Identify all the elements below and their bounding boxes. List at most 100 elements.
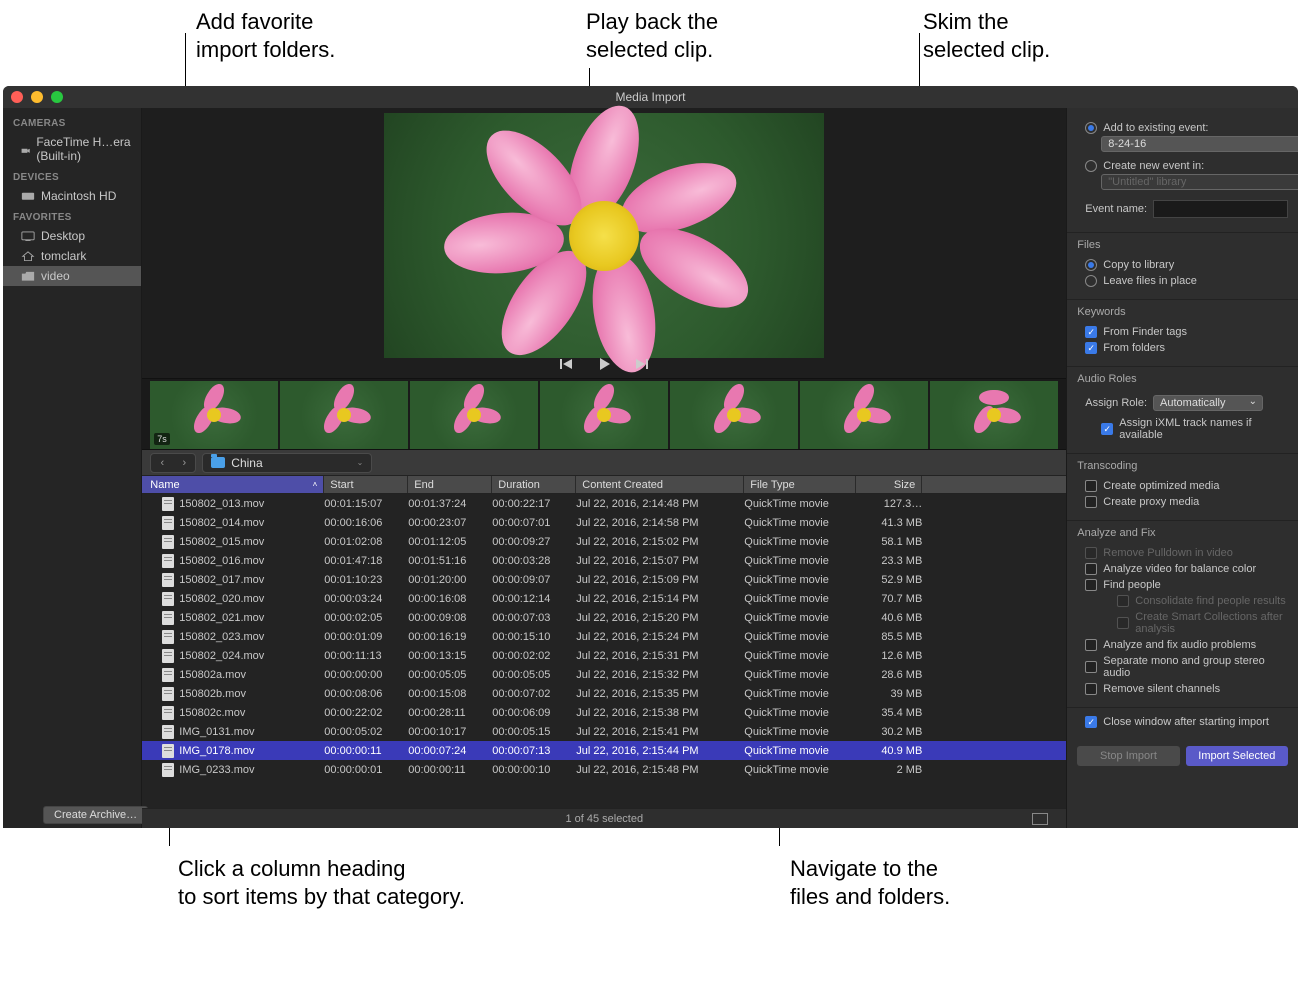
table-row[interactable]: IMG_0131.mov00:00:05:0200:00:10:1700:00:… [142, 722, 1066, 741]
cell-size: 39 MB [856, 688, 922, 700]
sidebar-item-camera[interactable]: FaceTime H…era (Built-in) [3, 132, 141, 166]
file-icon [162, 668, 174, 682]
cell-name: 150802_017.mov [179, 574, 264, 586]
from-folders-check[interactable]: From folders [1077, 340, 1288, 356]
cell-created: Jul 22, 2016, 2:14:48 PM [576, 498, 744, 510]
filmstrip-thumb[interactable] [670, 381, 798, 449]
table-row[interactable]: IMG_0233.mov00:00:00:0100:00:00:1100:00:… [142, 760, 1066, 779]
sidebar-section-devices: DEVICES Macintosh HD [3, 166, 141, 206]
filmstrip-thumb[interactable] [800, 381, 928, 449]
silent-check[interactable]: Remove silent channels [1077, 681, 1288, 697]
cell-end: 00:00:00:11 [408, 764, 492, 776]
close-window-section: Close window after starting import [1067, 708, 1298, 740]
sidebar-item-hdd[interactable]: Macintosh HD [3, 186, 141, 206]
forward-button[interactable]: › [173, 454, 195, 472]
proxy-check[interactable]: Create proxy media [1077, 494, 1288, 510]
column-created[interactable]: Content Created [576, 476, 744, 493]
play-button[interactable] [596, 356, 612, 372]
radio-icon [1085, 259, 1097, 271]
table-row[interactable]: 150802_014.mov00:00:16:0600:00:23:0700:0… [142, 513, 1066, 532]
back-button[interactable]: ‹ [151, 454, 173, 472]
optimized-check[interactable]: Create optimized media [1077, 478, 1288, 494]
cell-end: 00:01:51:16 [408, 555, 492, 567]
cell-size: 40.6 MB [856, 612, 922, 624]
table-row[interactable]: 150802_016.mov00:01:47:1800:01:51:1600:0… [142, 551, 1066, 570]
checkbox-icon [1085, 480, 1097, 492]
filmstrip-thumb[interactable] [930, 381, 1058, 449]
audio-fix-check[interactable]: Analyze and fix audio problems [1077, 637, 1288, 653]
event-name-input[interactable] [1153, 200, 1288, 218]
prev-button[interactable] [558, 356, 574, 372]
path-bar: ‹ › China ⌄ [142, 450, 1066, 476]
column-start[interactable]: Start [324, 476, 408, 493]
next-button[interactable] [634, 356, 650, 372]
column-filetype[interactable]: File Type [744, 476, 856, 493]
zoom-window-button[interactable] [51, 91, 63, 103]
media-import-window: Media Import CAMERAS FaceTime H…era (Bui… [3, 86, 1298, 828]
cell-duration: 00:00:07:01 [492, 517, 576, 529]
cell-end: 00:01:20:00 [408, 574, 492, 586]
stop-import-button[interactable]: Stop Import [1077, 746, 1179, 766]
create-archive-button[interactable]: Create Archive… [43, 806, 148, 824]
sidebar-item-home[interactable]: tomclark [3, 246, 141, 266]
sidebar-item-video[interactable]: video [3, 266, 141, 286]
mono-check[interactable]: Separate mono and group stereo audio [1077, 653, 1288, 681]
window-title: Media Import [615, 90, 685, 104]
table-row[interactable]: 150802_020.mov00:00:03:2400:00:16:0800:0… [142, 589, 1066, 608]
copy-library-radio[interactable]: Copy to library [1077, 257, 1288, 273]
column-name[interactable]: Name˄ [142, 476, 324, 493]
event-select[interactable]: 8-24-16 [1101, 136, 1298, 152]
add-existing-radio[interactable]: Add to existing event: [1077, 120, 1288, 136]
finder-tags-check[interactable]: From Finder tags [1077, 324, 1288, 340]
cell-name: IMG_0178.mov [179, 745, 254, 757]
balance-check[interactable]: Analyze video for balance color [1077, 561, 1288, 577]
cell-created: Jul 22, 2016, 2:15:48 PM [576, 764, 744, 776]
assign-role-select[interactable]: Automatically [1153, 395, 1263, 411]
list-view-icon[interactable] [1032, 813, 1048, 825]
table-row[interactable]: IMG_0178.mov00:00:00:1100:00:07:2400:00:… [142, 741, 1066, 760]
column-end[interactable]: End [408, 476, 492, 493]
filmstrip-thumb[interactable] [540, 381, 668, 449]
minimize-window-button[interactable] [31, 91, 43, 103]
duration-badge: 7s [154, 433, 170, 445]
cell-type: QuickTime movie [744, 764, 856, 776]
import-selected-button[interactable]: Import Selected [1186, 746, 1288, 766]
table-row[interactable]: 150802_017.mov00:01:10:2300:01:20:0000:0… [142, 570, 1066, 589]
cell-created: Jul 22, 2016, 2:15:35 PM [576, 688, 744, 700]
table-row[interactable]: 150802b.mov00:00:08:0600:00:15:0800:00:0… [142, 684, 1066, 703]
close-window-button[interactable] [11, 91, 23, 103]
create-new-radio[interactable]: Create new event in: [1077, 158, 1288, 174]
table-row[interactable]: 150802c.mov00:00:22:0200:00:28:1100:00:0… [142, 703, 1066, 722]
cell-type: QuickTime movie [744, 688, 856, 700]
filmstrip-thumb[interactable]: 7s [150, 381, 278, 449]
cell-created: Jul 22, 2016, 2:15:09 PM [576, 574, 744, 586]
cell-size: 70.7 MB [856, 593, 922, 605]
column-duration[interactable]: Duration [492, 476, 576, 493]
cell-created: Jul 22, 2016, 2:15:07 PM [576, 555, 744, 567]
cell-name: 150802_020.mov [179, 593, 264, 605]
table-row[interactable]: 150802_013.mov00:01:15:0700:01:37:2400:0… [142, 494, 1066, 513]
sidebar-header: FAVORITES [3, 206, 141, 226]
filmstrip[interactable]: 7s [142, 378, 1066, 450]
filmstrip-thumb[interactable] [410, 381, 538, 449]
table-row[interactable]: 150802_021.mov00:00:02:0500:00:09:0800:0… [142, 608, 1066, 627]
cell-type: QuickTime movie [744, 631, 856, 643]
cell-start: 00:01:47:18 [324, 555, 408, 567]
filmstrip-thumb[interactable] [280, 381, 408, 449]
cell-name: 150802b.mov [179, 688, 246, 700]
close-window-check[interactable]: Close window after starting import [1077, 714, 1288, 730]
column-size[interactable]: Size [856, 476, 922, 493]
table-row[interactable]: 150802a.mov00:00:00:0000:00:05:0500:00:0… [142, 665, 1066, 684]
find-people-check[interactable]: Find people [1077, 577, 1288, 593]
folder-select[interactable]: China ⌄ [202, 453, 372, 473]
cell-end: 00:00:05:05 [408, 669, 492, 681]
table-row[interactable]: 150802_024.mov00:00:11:1300:00:13:1500:0… [142, 646, 1066, 665]
leave-inplace-radio[interactable]: Leave files in place [1077, 273, 1288, 289]
table-row[interactable]: 150802_015.mov00:01:02:0800:01:12:0500:0… [142, 532, 1066, 551]
sidebar-item-desktop[interactable]: Desktop [3, 226, 141, 246]
sidebar-header: CAMERAS [3, 112, 141, 132]
section-title: Keywords [1077, 306, 1288, 318]
table-row[interactable]: 150802_023.mov00:00:01:0900:00:16:1900:0… [142, 627, 1066, 646]
ixml-check[interactable]: Assign iXML track names if available [1077, 415, 1288, 443]
callout-add-favorite: Add favoriteimport folders. [196, 8, 335, 63]
